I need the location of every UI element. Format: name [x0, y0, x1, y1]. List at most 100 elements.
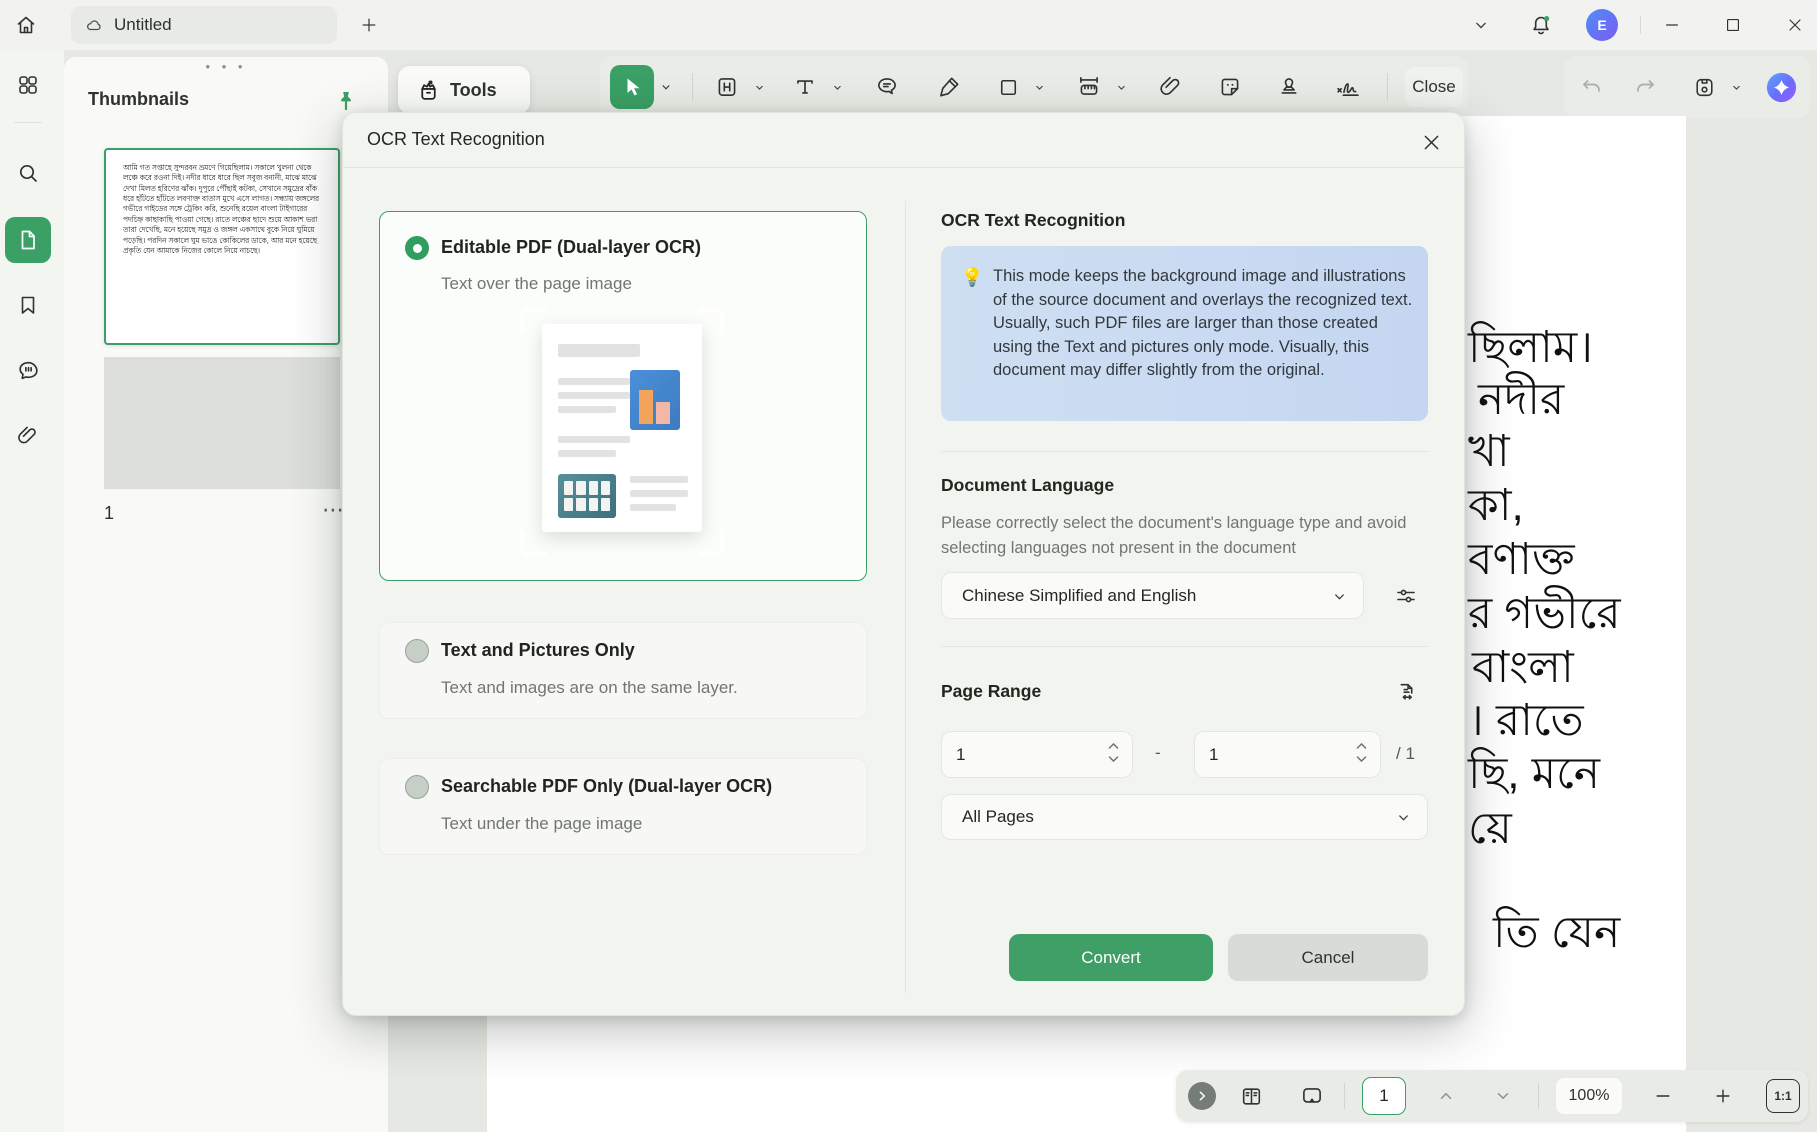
comment-icon	[18, 361, 38, 379]
stamp-tool-icon	[1281, 78, 1297, 94]
document-text-fragment: বাংলা	[1472, 643, 1574, 692]
sidebar-item-bookmarks[interactable]	[5, 282, 51, 328]
expand-bar-button[interactable]	[1188, 1082, 1216, 1110]
language-dropdown[interactable]: Chinese Simplified and English	[941, 572, 1364, 619]
option-text-pictures-only[interactable]: Text and Pictures Only Text and images a…	[379, 622, 867, 719]
home-button[interactable]	[8, 8, 44, 42]
measure-tool-button[interactable]	[1070, 68, 1108, 106]
presentation-button[interactable]	[1293, 1077, 1331, 1115]
pages-dropdown[interactable]: All Pages	[941, 794, 1428, 840]
section-divider	[941, 646, 1428, 647]
chevron-up-icon	[1440, 1092, 1452, 1099]
range-from-stepper[interactable]	[1107, 741, 1120, 764]
sticker-tool-button[interactable]	[1211, 68, 1249, 106]
radio-selected-icon[interactable]	[405, 236, 429, 260]
document-text-fragment: বণাক্ত	[1468, 535, 1575, 584]
next-page-button[interactable]	[1484, 1077, 1522, 1115]
range-to-input[interactable]	[1209, 732, 1329, 777]
panel-drag-handle[interactable]: • • •	[196, 59, 256, 74]
sidebar-item-attachments[interactable]	[5, 413, 51, 459]
range-to-field[interactable]	[1194, 731, 1381, 778]
text-tool-dropdown[interactable]	[828, 76, 846, 98]
frame-corner	[698, 530, 724, 556]
current-page-box[interactable]: 1	[1362, 1077, 1406, 1115]
tools-label: Tools	[450, 79, 497, 100]
app-window: Untitled E • • • Thumbnails আমি গত সপ্তা…	[0, 0, 1817, 1132]
document-text-fragment: কা,	[1468, 481, 1524, 530]
select-tool-button[interactable]	[610, 65, 654, 109]
tools-tab[interactable]: Tools	[398, 66, 530, 114]
new-tab-button[interactable]	[352, 8, 386, 42]
chevron-down-icon	[1497, 1093, 1509, 1100]
text-tool-button[interactable]	[786, 68, 824, 106]
option-title: Editable PDF (Dual-layer OCR)	[441, 237, 702, 257]
lightbulb-icon: 💡	[961, 267, 984, 287]
main-toolbar: Close	[600, 56, 1468, 118]
bookmark-icon	[21, 296, 35, 314]
select-tool-dropdown[interactable]	[656, 76, 676, 98]
sidebar-item-thumbnails[interactable]	[5, 217, 51, 263]
page-layout-button[interactable]	[1232, 1077, 1270, 1115]
maximize-icon	[1727, 19, 1739, 31]
heading-tool-button[interactable]	[708, 68, 746, 106]
save-dropdown[interactable]	[1727, 76, 1745, 98]
close-icon	[1789, 19, 1801, 31]
close-tools-button[interactable]: Close	[1405, 67, 1463, 107]
page-range-settings-button[interactable]	[1387, 673, 1425, 711]
shape-tool-dropdown[interactable]	[1030, 76, 1048, 98]
minus-icon	[1656, 1095, 1670, 1097]
left-sidebar	[0, 50, 64, 1132]
document-tab[interactable]: Untitled	[71, 6, 337, 44]
option-subtitle: Text and images are on the same layer.	[441, 678, 738, 697]
chevron-down-icon	[1117, 85, 1125, 90]
maximize-button[interactable]	[1716, 8, 1750, 42]
titlebar-collapse-button[interactable]	[1464, 8, 1498, 42]
range-to-stepper[interactable]	[1355, 741, 1368, 764]
app-logo-button[interactable]	[5, 1121, 51, 1132]
undo-button[interactable]	[1573, 68, 1611, 106]
signature-tool-button[interactable]	[1329, 68, 1367, 106]
chevron-down-icon	[1732, 85, 1740, 90]
save-button[interactable]	[1685, 68, 1723, 106]
range-from-input[interactable]	[956, 732, 1076, 777]
dialog-close-button[interactable]	[1418, 129, 1444, 155]
heading-tool-dropdown[interactable]	[750, 76, 768, 98]
previous-page-button[interactable]	[1427, 1077, 1465, 1115]
measure-tool-dropdown[interactable]	[1112, 76, 1130, 98]
notifications-button[interactable]	[1524, 8, 1558, 42]
pen-tool-button[interactable]	[930, 68, 968, 106]
current-page-value: 1	[1379, 1086, 1389, 1105]
zoom-in-button[interactable]	[1704, 1077, 1742, 1115]
avatar[interactable]: E	[1586, 9, 1618, 41]
radio-unselected-icon[interactable]	[405, 775, 429, 799]
range-total: / 1	[1396, 744, 1415, 763]
close-window-button[interactable]	[1778, 8, 1812, 42]
sidebar-item-panels[interactable]	[5, 62, 51, 108]
radio-unselected-icon[interactable]	[405, 639, 429, 663]
pages-value: All Pages	[962, 807, 1034, 826]
actual-size-button[interactable]: 1:1	[1766, 1079, 1800, 1113]
grid-icon	[19, 76, 37, 94]
shape-tool-button[interactable]	[989, 68, 1027, 106]
convert-button[interactable]: Convert	[1009, 934, 1213, 981]
cancel-button[interactable]: Cancel	[1228, 934, 1428, 981]
note-tool-button[interactable]	[868, 68, 906, 106]
right-section-heading: OCR Text Recognition	[941, 210, 1126, 230]
mode-info-text: This mode keeps the background image and…	[993, 267, 1413, 379]
sidebar-item-search[interactable]	[5, 150, 51, 196]
ai-assistant-button[interactable]	[1763, 69, 1799, 105]
zoom-level[interactable]: 100%	[1556, 1078, 1622, 1114]
attach-tool-button[interactable]	[1152, 68, 1190, 106]
redo-button[interactable]	[1626, 68, 1664, 106]
page-thumbnail[interactable]: আমি গত সপ্তাহে সুন্দরবন ভ্রমণে গিয়েছিলা…	[104, 148, 340, 345]
ocr-dialog: OCR Text Recognition Editable PDF (Dual-…	[342, 112, 1466, 1016]
option-subtitle: Text over the page image	[441, 274, 632, 293]
range-from-field[interactable]	[941, 731, 1133, 778]
language-settings-button[interactable]	[1387, 577, 1425, 615]
minimize-button[interactable]	[1655, 8, 1689, 42]
stamp-tool-button[interactable]	[1270, 68, 1308, 106]
option-editable-pdf[interactable]: Editable PDF (Dual-layer OCR) Text over …	[379, 211, 867, 581]
option-searchable-pdf[interactable]: Searchable PDF Only (Dual-layer OCR) Tex…	[379, 758, 867, 855]
zoom-out-button[interactable]	[1644, 1077, 1682, 1115]
sidebar-item-comments[interactable]	[5, 347, 51, 393]
